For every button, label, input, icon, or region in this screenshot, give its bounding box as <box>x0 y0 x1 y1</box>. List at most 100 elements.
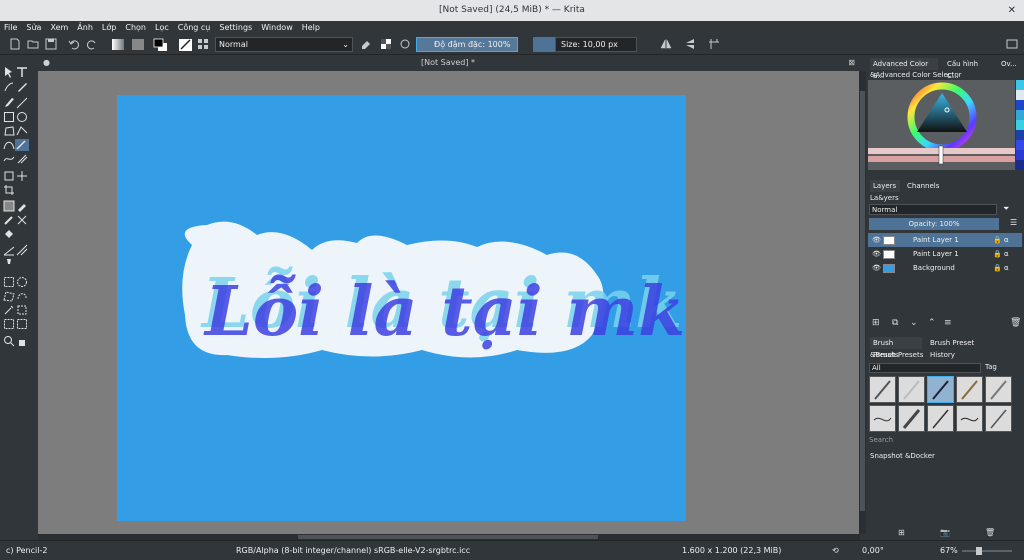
brush-preset[interactable] <box>898 376 925 403</box>
rotate-icon[interactable]: ⟲ <box>832 546 839 555</box>
flow-swatch[interactable] <box>533 37 555 52</box>
save-icon[interactable] <box>44 37 58 52</box>
rectangle-tool-icon[interactable] <box>3 111 15 123</box>
layer-row[interactable]: 👁 Paint Layer 1 🔒 α <box>868 247 1022 261</box>
brush-size-slider[interactable]: Size: 10,00 px <box>555 37 637 52</box>
fg-bg-color-icon[interactable] <box>152 37 168 52</box>
brush-preset[interactable] <box>956 405 983 432</box>
line-tool-icon[interactable] <box>16 97 28 109</box>
transform-tool-icon[interactable] <box>3 170 15 182</box>
mirror-vertical-icon[interactable] <box>683 37 697 52</box>
new-document-icon[interactable] <box>8 37 22 52</box>
tab-channels[interactable]: Channels <box>904 180 940 192</box>
text-tool-icon[interactable] <box>16 66 28 78</box>
gradient-icon[interactable] <box>110 37 126 52</box>
magnetic-select-icon[interactable] <box>16 318 28 330</box>
freehand-select-icon[interactable] <box>16 290 28 302</box>
menu-file[interactable]: File <box>4 23 17 32</box>
brush-settings-icon[interactable] <box>177 37 193 52</box>
visibility-icon[interactable]: 👁 <box>872 261 881 275</box>
tab-layers[interactable]: Layers <box>870 180 900 192</box>
redo-icon[interactable] <box>85 37 99 52</box>
brush-tag-button[interactable]: Tag <box>985 363 1009 373</box>
layer-properties-icon[interactable]: ☰ <box>1010 218 1017 227</box>
brush-filter-select[interactable]: All <box>869 363 981 373</box>
bezier-select-icon[interactable] <box>3 318 15 330</box>
multibrush-icon[interactable] <box>16 153 28 165</box>
open-document-icon[interactable] <box>26 37 40 52</box>
menu-settings[interactable]: Settings <box>219 23 252 32</box>
move-down-icon[interactable]: ⌄ <box>910 318 918 328</box>
dock-settings-icon[interactable] <box>1005 37 1019 52</box>
layer-row[interactable]: 👁 Background 🔒 α <box>868 261 1022 275</box>
menu-image[interactable]: Ảnh <box>77 23 93 32</box>
opacity-slider[interactable]: Độ đậm đặc: 100% <box>416 37 518 52</box>
tab-advanced-color[interactable]: Advanced Color S... <box>870 58 938 80</box>
alpha-lock-icon[interactable]: α <box>1004 233 1009 247</box>
alpha-lock-icon[interactable]: α <box>1004 247 1009 261</box>
menu-help[interactable]: Help <box>302 23 320 32</box>
tab-color-config[interactable]: Cấu hình C... <box>944 58 994 80</box>
undo-icon[interactable] <box>67 37 81 52</box>
brush-preset-selected[interactable] <box>927 376 954 403</box>
wrap-around-icon[interactable] <box>707 37 721 52</box>
bezier-tool-icon[interactable] <box>3 139 15 151</box>
delete-snapshot-icon[interactable]: 🗑 <box>985 528 995 537</box>
delete-layer-icon[interactable]: 🗑 <box>1010 318 1021 328</box>
crop-tool-icon[interactable] <box>3 184 15 196</box>
pan-tool-icon[interactable] <box>16 335 28 347</box>
mirror-horizontal-icon[interactable] <box>659 37 673 52</box>
ellipse-select-icon[interactable] <box>16 276 28 288</box>
brush-preset[interactable] <box>898 405 925 432</box>
brush-preset[interactable] <box>985 376 1012 403</box>
ellipse-tool-icon[interactable] <box>16 111 28 123</box>
tab-overview[interactable]: Ov... <box>998 58 1020 70</box>
similar-select-icon[interactable] <box>16 304 28 316</box>
menu-filter[interactable]: Lọc <box>155 23 169 32</box>
assistant-tool-icon[interactable] <box>16 244 28 256</box>
brush-preset[interactable] <box>869 405 896 432</box>
add-layer-icon[interactable]: ⊞ <box>872 318 880 328</box>
fill-tool-icon[interactable] <box>3 228 15 240</box>
color-selector[interactable] <box>868 80 1015 170</box>
vertical-scrollbar[interactable] <box>859 71 866 534</box>
zoom-tool-icon[interactable] <box>3 335 15 347</box>
polyline-tool-icon[interactable] <box>16 125 28 137</box>
menu-layer[interactable]: Lớp <box>102 23 116 32</box>
brush-preset[interactable] <box>927 405 954 432</box>
contiguous-select-icon[interactable] <box>3 304 15 316</box>
lock-icon[interactable]: 🔒 <box>993 233 1002 247</box>
menu-view[interactable]: Xem <box>50 23 68 32</box>
color-picker-icon[interactable] <box>16 200 28 212</box>
layer-blend-select[interactable]: Normal <box>869 204 997 215</box>
document-tab[interactable]: [Not Saved] * ● ⊠ <box>37 56 859 70</box>
brush-preset[interactable] <box>985 405 1012 432</box>
lock-icon[interactable]: 🔒 <box>993 247 1002 261</box>
layer-filter-icon[interactable]: ⏷ <box>1003 204 1009 214</box>
color-history-strip[interactable] <box>1016 80 1024 174</box>
freehand-brush-icon[interactable] <box>3 97 15 109</box>
brush-preset[interactable] <box>956 376 983 403</box>
measure-tool-icon[interactable] <box>3 244 15 256</box>
colorize-mask-icon[interactable] <box>3 214 15 226</box>
calligraphy-icon[interactable] <box>16 81 28 93</box>
rect-select-icon[interactable] <box>3 276 15 288</box>
add-snapshot-icon[interactable]: ⊞ <box>898 528 905 537</box>
camera-icon[interactable]: 📷 <box>940 528 950 537</box>
layer-settings-icon[interactable]: ≡ <box>944 318 952 328</box>
pattern-icon[interactable] <box>130 37 146 52</box>
visibility-icon[interactable]: 👁 <box>872 233 881 247</box>
preserve-alpha-icon[interactable] <box>379 37 393 52</box>
gradient-tool-icon[interactable] <box>3 200 15 212</box>
move-tool-icon[interactable] <box>16 170 28 182</box>
polygon-select-icon[interactable] <box>3 290 15 302</box>
lock-icon[interactable]: 🔒 <box>993 261 1002 275</box>
duplicate-layer-icon[interactable]: ⧉ <box>892 318 898 328</box>
close-document-icon[interactable]: ⊠ <box>848 56 855 70</box>
brush-search-input[interactable]: Search <box>869 436 1021 446</box>
polygon-tool-icon[interactable] <box>3 125 15 137</box>
reference-tool-icon[interactable] <box>3 258 15 270</box>
menu-edit[interactable]: Sửa <box>26 23 41 32</box>
smart-patch-icon[interactable] <box>16 214 28 226</box>
edit-shapes-icon[interactable] <box>3 81 15 93</box>
